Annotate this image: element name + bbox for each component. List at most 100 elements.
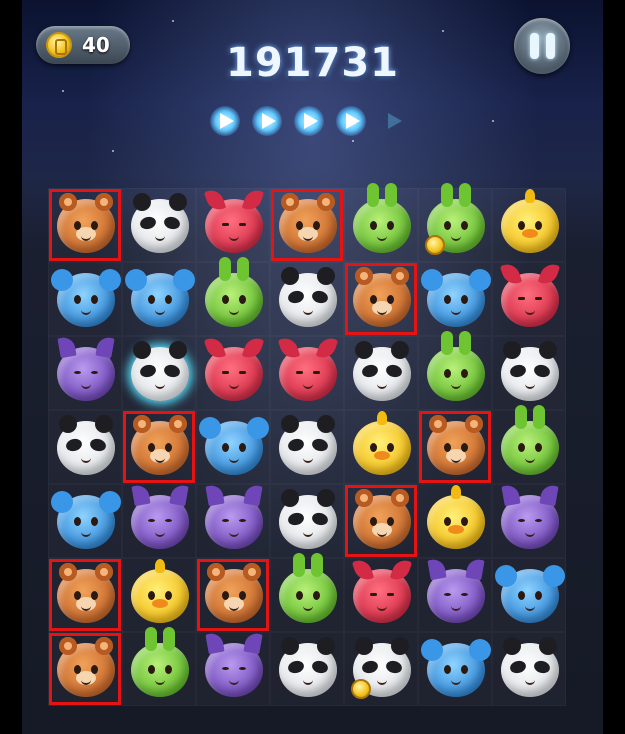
tile-chick[interactable] xyxy=(122,558,196,632)
tile-bear[interactable] xyxy=(48,188,122,262)
tile-rabbit[interactable] xyxy=(418,183,492,262)
tile-panda[interactable] xyxy=(344,336,418,410)
bear-icon xyxy=(353,267,411,327)
panda-icon xyxy=(279,415,337,475)
tile-bear[interactable] xyxy=(270,188,344,262)
progress-arrow-icon xyxy=(252,106,282,136)
rabbit-icon xyxy=(353,183,411,253)
tile-bear[interactable] xyxy=(122,410,196,484)
tile-rabbit[interactable] xyxy=(418,331,492,410)
tile-rabbit[interactable] xyxy=(196,257,270,336)
tile-chick[interactable] xyxy=(492,188,566,262)
tile-bear[interactable] xyxy=(344,262,418,336)
fox-icon xyxy=(499,260,561,327)
chick-icon xyxy=(501,189,559,253)
tile-bear[interactable] xyxy=(48,632,122,706)
chick-icon xyxy=(131,559,189,623)
panda-icon xyxy=(501,637,559,697)
mouse-icon xyxy=(421,269,491,327)
mouse-icon xyxy=(51,269,121,327)
tile-cat[interactable] xyxy=(492,483,566,558)
progress-arrow-icon xyxy=(294,106,324,136)
tile-cat[interactable] xyxy=(418,557,492,632)
tile-fox[interactable] xyxy=(196,186,270,262)
tile-mouse[interactable] xyxy=(122,262,196,336)
panda-icon xyxy=(57,415,115,475)
bear-icon xyxy=(57,637,115,697)
tile-panda[interactable] xyxy=(270,262,344,336)
tile-mouse[interactable] xyxy=(48,484,122,558)
tile-panda[interactable] xyxy=(48,410,122,484)
tile-panda[interactable] xyxy=(270,410,344,484)
pause-icon xyxy=(545,33,555,59)
mouse-icon xyxy=(495,565,565,623)
cat-icon xyxy=(205,631,263,697)
panda-icon xyxy=(279,489,337,549)
cat-icon xyxy=(131,483,189,549)
tile-bear[interactable] xyxy=(344,484,418,558)
tile-panda[interactable] xyxy=(492,336,566,410)
tile-fox[interactable] xyxy=(344,556,418,632)
rabbit-icon xyxy=(501,405,559,475)
tile-mouse[interactable] xyxy=(418,632,492,706)
tile-mouse[interactable] xyxy=(418,262,492,336)
bear-icon xyxy=(57,563,115,623)
coin-icon xyxy=(351,679,371,699)
progress-arrow-icon xyxy=(336,106,366,136)
tile-rabbit[interactable] xyxy=(492,405,566,484)
tile-mouse[interactable] xyxy=(196,410,270,484)
bear-icon xyxy=(205,563,263,623)
tile-panda[interactable] xyxy=(122,336,196,410)
tile-panda[interactable] xyxy=(344,632,418,706)
game-screen: 40 191731 xyxy=(22,0,603,734)
tile-mouse[interactable] xyxy=(48,262,122,336)
fox-icon xyxy=(203,186,265,253)
tile-cat[interactable] xyxy=(196,483,270,558)
tile-bear[interactable] xyxy=(48,558,122,632)
tile-rabbit[interactable] xyxy=(270,553,344,632)
bear-icon xyxy=(427,415,485,475)
tile-panda[interactable] xyxy=(270,484,344,558)
rabbit-icon xyxy=(205,257,263,327)
star xyxy=(172,20,174,22)
pause-icon xyxy=(529,33,539,59)
cat-icon xyxy=(501,483,559,549)
tile-rabbit[interactable] xyxy=(344,183,418,262)
pause-button[interactable] xyxy=(514,18,570,74)
game-board xyxy=(32,183,603,734)
tile-panda[interactable] xyxy=(122,188,196,262)
panda-icon xyxy=(279,637,337,697)
tile-chick[interactable] xyxy=(418,484,492,558)
tile-panda[interactable] xyxy=(492,632,566,706)
star xyxy=(352,140,354,142)
coin-icon xyxy=(425,235,445,255)
rabbit-icon xyxy=(279,553,337,623)
star xyxy=(62,90,64,92)
tile-cat[interactable] xyxy=(48,335,122,410)
tile-bear[interactable] xyxy=(196,558,270,632)
bear-icon xyxy=(279,193,337,253)
mouse-icon xyxy=(199,417,269,475)
tile-chick[interactable] xyxy=(344,410,418,484)
panda-icon xyxy=(131,341,189,401)
tile-mouse[interactable] xyxy=(492,558,566,632)
tile-fox[interactable] xyxy=(270,334,344,410)
tile-fox[interactable] xyxy=(196,334,270,410)
bear-icon xyxy=(353,489,411,549)
tile-rabbit[interactable] xyxy=(122,627,196,706)
tile-panda[interactable] xyxy=(270,632,344,706)
bear-icon xyxy=(131,415,189,475)
bear-icon xyxy=(57,193,115,253)
progress-arrow-icon xyxy=(378,106,408,136)
cat-icon xyxy=(57,335,115,401)
star xyxy=(492,120,494,122)
chick-icon xyxy=(427,485,485,549)
tile-cat[interactable] xyxy=(196,631,270,706)
progress-arrow-icon xyxy=(210,106,240,136)
tile-cat[interactable] xyxy=(122,483,196,558)
tile-fox[interactable] xyxy=(492,260,566,336)
mouse-icon xyxy=(51,491,121,549)
star xyxy=(112,150,114,152)
tile-bear[interactable] xyxy=(418,410,492,484)
rabbit-icon xyxy=(427,331,485,401)
